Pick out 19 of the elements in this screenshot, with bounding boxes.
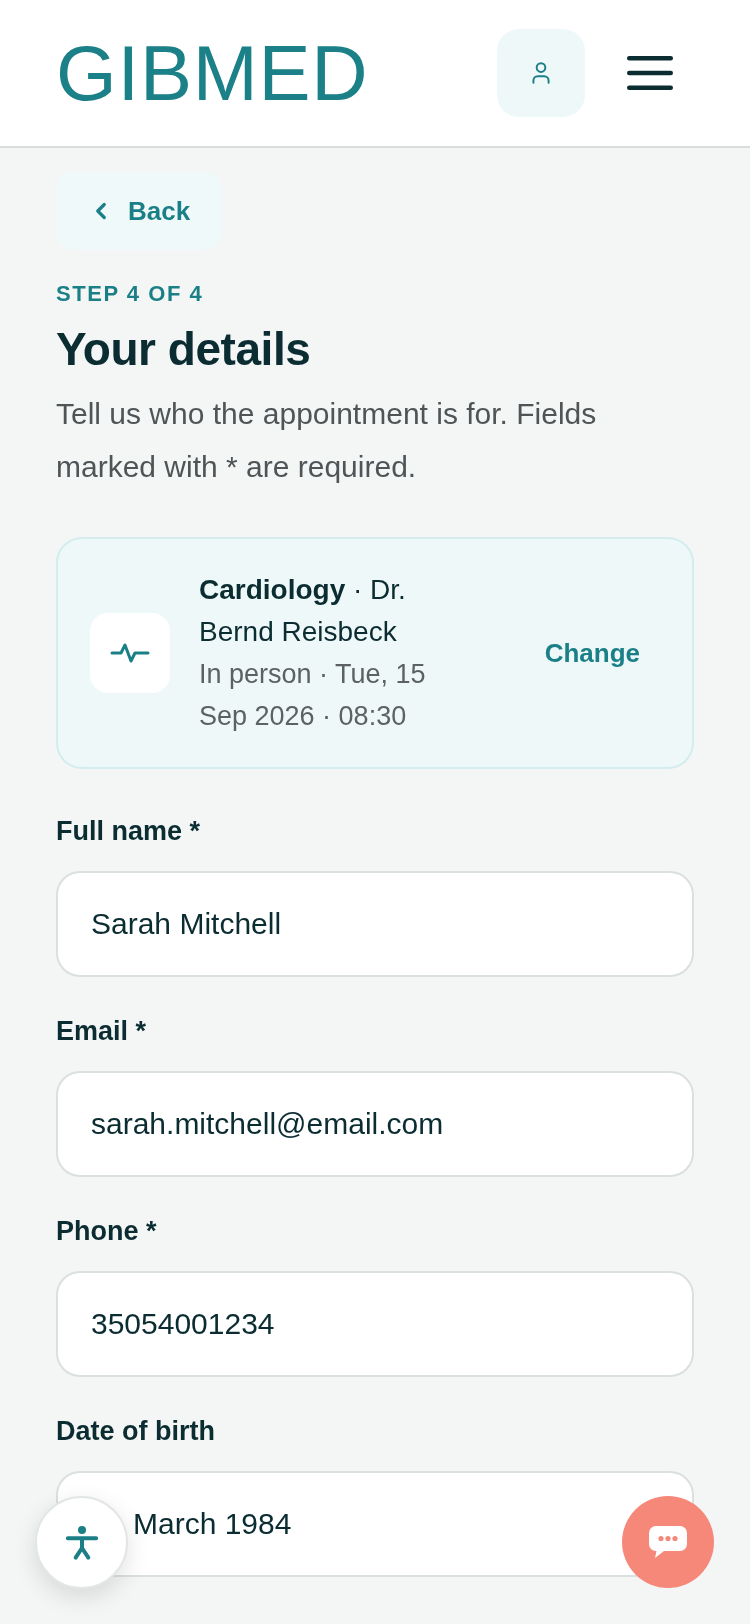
appointment-title: Cardiology · Dr. Bernd Reisbeck [199, 573, 407, 649]
page-description: Tell us who the appointment is for. Fields marked with * are required. [56, 396, 598, 485]
field-label: Full name * [56, 815, 201, 848]
menu-icon [627, 56, 673, 90]
text-field[interactable]: Sarah Mitchell [56, 871, 694, 977]
pulse-icon [90, 613, 170, 693]
field-label: Date of birth [56, 1415, 215, 1448]
appointment-details: In person · Tue, 15 Sep 2026 · 08:30 [199, 658, 427, 733]
step-indicator: STEP 4 OF 4 [56, 280, 204, 308]
logo-wordmark[interactable]: GIBMED [56, 34, 369, 112]
chat-bubble-icon [648, 1525, 688, 1559]
change-button[interactable]: Change [544, 633, 640, 673]
text-field[interactable]: 35054001234 [56, 1271, 694, 1377]
field-label: Phone * [56, 1215, 157, 1248]
back-button[interactable]: Back [56, 172, 222, 250]
field-label: Email * [56, 1015, 147, 1048]
page-title: Your details [56, 322, 311, 377]
text-field[interactable]: sarah.mitchell@email.com [56, 1071, 694, 1177]
menu-button[interactable] [627, 56, 673, 90]
